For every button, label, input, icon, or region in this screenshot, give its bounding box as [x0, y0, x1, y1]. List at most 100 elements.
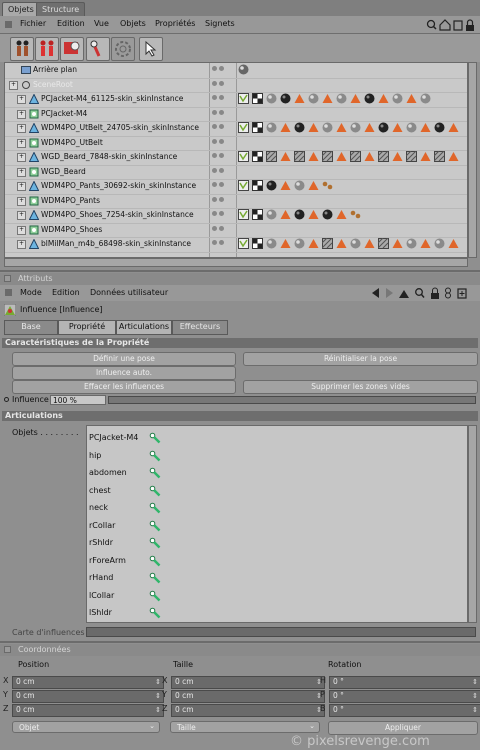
pattern-icon[interactable]: [349, 150, 361, 162]
sphere-icon[interactable]: [294, 238, 305, 249]
render-visibility-dot[interactable]: [219, 124, 224, 129]
visibility-dots[interactable]: [210, 124, 230, 133]
sphere-icon[interactable]: [406, 122, 417, 133]
apply-button[interactable]: Appliquer: [328, 721, 478, 735]
render-visibility-dot[interactable]: [219, 80, 224, 86]
expand-toggle-icon[interactable]: +: [17, 153, 26, 162]
joint-item[interactable]: neck: [87, 500, 467, 516]
triangle-icon[interactable]: [392, 238, 403, 249]
tab-structure[interactable]: Structure: [36, 2, 86, 16]
expand-toggle-icon[interactable]: +: [17, 182, 26, 191]
size-field[interactable]: 0 cm ⇕: [171, 690, 325, 703]
triangle-icon[interactable]: [308, 122, 319, 133]
triangle-icon[interactable]: [378, 93, 389, 104]
sphere-icon[interactable]: [434, 238, 445, 249]
render-visibility-dot[interactable]: [219, 66, 224, 71]
triangle-icon[interactable]: [308, 151, 319, 162]
triangle-icon[interactable]: [308, 238, 319, 249]
visibility-dots[interactable]: [210, 138, 230, 148]
tab-propriete[interactable]: Propriété: [58, 320, 116, 335]
cursor-tool-button[interactable]: [139, 37, 163, 61]
triangle-icon[interactable]: [364, 151, 375, 162]
tree-row[interactable]: Arrière plan: [5, 63, 467, 79]
editor-visibility-dot[interactable]: [212, 109, 217, 115]
tree-row-label[interactable]: WDM4PO_UtBelt: [41, 138, 103, 147]
triangle-icon[interactable]: [336, 122, 347, 133]
pattern-icon[interactable]: [321, 150, 333, 162]
weight-icon[interactable]: [238, 209, 249, 220]
rot-field[interactable]: 0 ° ⇕: [329, 690, 480, 703]
triangle-icon[interactable]: [420, 151, 431, 162]
menu-signets[interactable]: Signets: [205, 19, 235, 28]
pattern-icon[interactable]: [377, 237, 389, 249]
sphere-icon[interactable]: [266, 238, 277, 249]
sphere-icon[interactable]: [406, 238, 417, 249]
sphere-dark-icon[interactable]: [364, 93, 375, 104]
triangle-icon[interactable]: [364, 122, 375, 133]
editor-visibility-dot[interactable]: [212, 167, 217, 173]
tree-row-label[interactable]: WDM4PO_Shoes_7254-skin_skinInstance: [41, 210, 194, 219]
size-field[interactable]: 0 cm ⇕: [171, 704, 325, 717]
render-visibility-dot[interactable]: [219, 138, 224, 144]
render-visibility-dot[interactable]: [219, 211, 224, 216]
figure-tool-button[interactable]: [10, 37, 34, 61]
sphere-icon[interactable]: [420, 93, 431, 104]
editor-visibility-dot[interactable]: [212, 95, 217, 100]
menu-edition[interactable]: Edition: [57, 19, 85, 28]
expand-toggle-icon[interactable]: +: [17, 240, 26, 249]
tree-row-label[interactable]: PCJacket-M4: [41, 109, 87, 118]
stepper-icon[interactable]: ⇕: [472, 691, 478, 701]
checker-icon[interactable]: [252, 238, 263, 249]
render-visibility-dot[interactable]: [219, 182, 224, 187]
editor-visibility-dot[interactable]: [212, 225, 217, 231]
triangle-icon[interactable]: [364, 238, 375, 249]
checker-icon[interactable]: [252, 209, 263, 220]
pattern-icon[interactable]: [265, 150, 277, 162]
menu-fichier[interactable]: Fichier: [20, 19, 46, 28]
visibility-dots[interactable]: [210, 95, 230, 104]
tree-row-label[interactable]: WDM4PO_Pants_30692-skin_skinInstance: [41, 181, 196, 190]
triangle-icon[interactable]: [336, 151, 347, 162]
keyframe-icon[interactable]: [4, 397, 9, 402]
visibility-dots[interactable]: [210, 167, 230, 177]
pos-field[interactable]: 0 cm ⇕: [12, 704, 164, 717]
sphere-icon[interactable]: [336, 93, 347, 104]
tree-row[interactable]: + WGD_Beard_7848-skin_skinInstance: [5, 150, 467, 166]
sphere-icon[interactable]: [294, 180, 305, 191]
joint-item[interactable]: rForeArm: [87, 553, 467, 569]
tree-row[interactable]: + SceneRoot: [5, 78, 467, 93]
joint-item[interactable]: lCollar: [87, 588, 467, 604]
sphere-icon[interactable]: [266, 122, 277, 133]
tab-effecteurs[interactable]: Effecteurs: [172, 320, 228, 335]
tree-horizontal-scrollbar[interactable]: [4, 258, 468, 267]
tab-base[interactable]: Base: [4, 320, 58, 335]
visibility-dots[interactable]: [210, 182, 230, 191]
define-pose-button[interactable]: Définir une pose: [12, 352, 236, 366]
stepper-icon[interactable]: ⇕: [155, 691, 161, 701]
weight-icon[interactable]: [238, 93, 249, 104]
sphere-tag-icon[interactable]: [238, 64, 249, 75]
weight-icon[interactable]: [238, 151, 249, 162]
expand-toggle-icon[interactable]: +: [17, 211, 26, 220]
tree-row[interactable]: + WDM4PO_Shoes: [5, 223, 467, 238]
expand-toggle-icon[interactable]: +: [17, 109, 26, 119]
tree-row[interactable]: + blMilMan_m4b_68498-skin_skinInstance: [5, 237, 467, 253]
influence-slider[interactable]: [108, 396, 476, 404]
tree-row-label[interactable]: Arrière plan: [33, 65, 77, 74]
render-visibility-dot[interactable]: [219, 196, 224, 202]
bone-tool-button[interactable]: [86, 37, 110, 61]
menu-vue[interactable]: Vue: [94, 19, 109, 28]
visibility-dots[interactable]: [210, 211, 230, 220]
expand-toggle-icon[interactable]: +: [17, 95, 26, 104]
editor-visibility-dot[interactable]: [212, 80, 217, 86]
editor-visibility-dot[interactable]: [212, 124, 217, 129]
joint-item[interactable]: chest: [87, 483, 467, 499]
triangle-icon[interactable]: [308, 180, 319, 191]
tree-row-label[interactable]: WDM4PO_Pants: [41, 196, 100, 205]
remove-empty-zones-button[interactable]: Supprimer les zones vides: [243, 380, 478, 394]
checker-icon[interactable]: [252, 180, 263, 191]
pos-field[interactable]: 0 cm ⇕: [12, 676, 164, 689]
weight-icon[interactable]: [238, 238, 249, 249]
tree-row-label[interactable]: WGD_Beard: [41, 167, 86, 176]
expand-toggle-icon[interactable]: +: [17, 138, 26, 148]
